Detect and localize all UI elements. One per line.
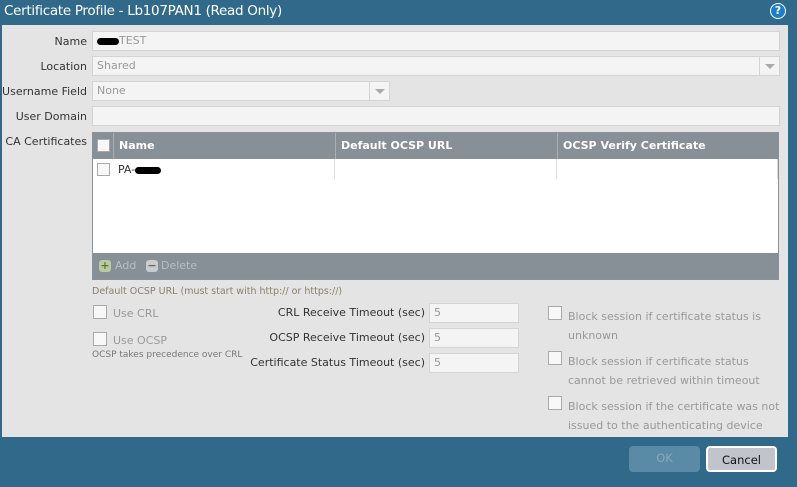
crl-timeout-label: CRL Receive Timeout (sec) [277, 306, 425, 319]
block-timeout-label: Block session if certificate status cann… [568, 355, 760, 387]
block-not-issued-label: Block session if the certificate was not… [568, 400, 780, 432]
chevron-down-icon [369, 82, 389, 100]
status-timeout-input[interactable]: 5 [429, 353, 519, 373]
block-not-issued-checkbox[interactable] [548, 396, 562, 410]
table-toolbar: + Add − Delete [93, 253, 778, 279]
column-name[interactable]: Name [113, 133, 335, 159]
location-select[interactable]: Shared [92, 56, 780, 76]
cancel-button[interactable]: Cancel [706, 446, 777, 472]
row-checkbox[interactable] [97, 163, 110, 176]
status-timeout-label: Certificate Status Timeout (sec) [250, 356, 425, 369]
block-unknown-checkbox[interactable] [548, 306, 562, 320]
table-row[interactable]: PA- [93, 159, 778, 179]
use-crl-checkbox[interactable] [93, 305, 107, 319]
ocsp-note: OCSP takes precedence over CRL [92, 350, 243, 360]
table-header: Name Default OCSP URL OCSP Verify Certif… [93, 133, 778, 159]
user-domain-label: User Domain [15, 110, 87, 123]
block-timeout-checkbox[interactable] [548, 351, 562, 365]
ok-button[interactable]: OK [629, 446, 700, 472]
add-icon: + [99, 259, 111, 272]
username-field-label: Username Field [2, 85, 87, 98]
use-ocsp-label: Use OCSP [113, 334, 168, 347]
name-value: TEST [119, 34, 147, 47]
use-crl-label: Use CRL [113, 307, 159, 320]
column-default-ocsp-url[interactable]: Default OCSP URL [335, 133, 557, 159]
delete-button[interactable]: Delete [161, 259, 197, 272]
username-field-value: None [97, 84, 126, 97]
row-name: PA- [118, 163, 162, 176]
add-button[interactable]: Add [115, 259, 136, 272]
name-label: Name [54, 35, 87, 48]
user-domain-input[interactable] [92, 106, 780, 126]
crl-timeout-input[interactable]: 5 [429, 303, 519, 323]
ocsp-timeout-input[interactable]: 5 [429, 328, 519, 348]
ca-certificates-label: CA Certificates [5, 135, 87, 148]
chevron-down-icon [759, 57, 779, 75]
column-ocsp-verify-certificate[interactable]: OCSP Verify Certificate [557, 133, 778, 159]
help-icon[interactable]: ? [770, 3, 786, 19]
username-field-select[interactable]: None [92, 81, 390, 101]
location-value: Shared [97, 59, 136, 72]
select-all-checkbox[interactable] [97, 139, 110, 152]
delete-icon: − [146, 259, 158, 272]
ocsp-timeout-label: OCSP Receive Timeout (sec) [269, 331, 425, 344]
dialog-title: Certificate Profile - Lb107PAN1 (Read On… [4, 3, 282, 19]
location-label: Location [40, 60, 87, 73]
block-unknown-label: Block session if certificate status is u… [568, 310, 761, 342]
name-input[interactable]: TEST [92, 31, 780, 51]
ca-certificates-table: Name Default OCSP URL OCSP Verify Certif… [92, 132, 779, 280]
ocsp-url-hint: Default OCSP URL (must start with http:/… [92, 286, 343, 297]
use-ocsp-checkbox[interactable] [93, 332, 107, 346]
